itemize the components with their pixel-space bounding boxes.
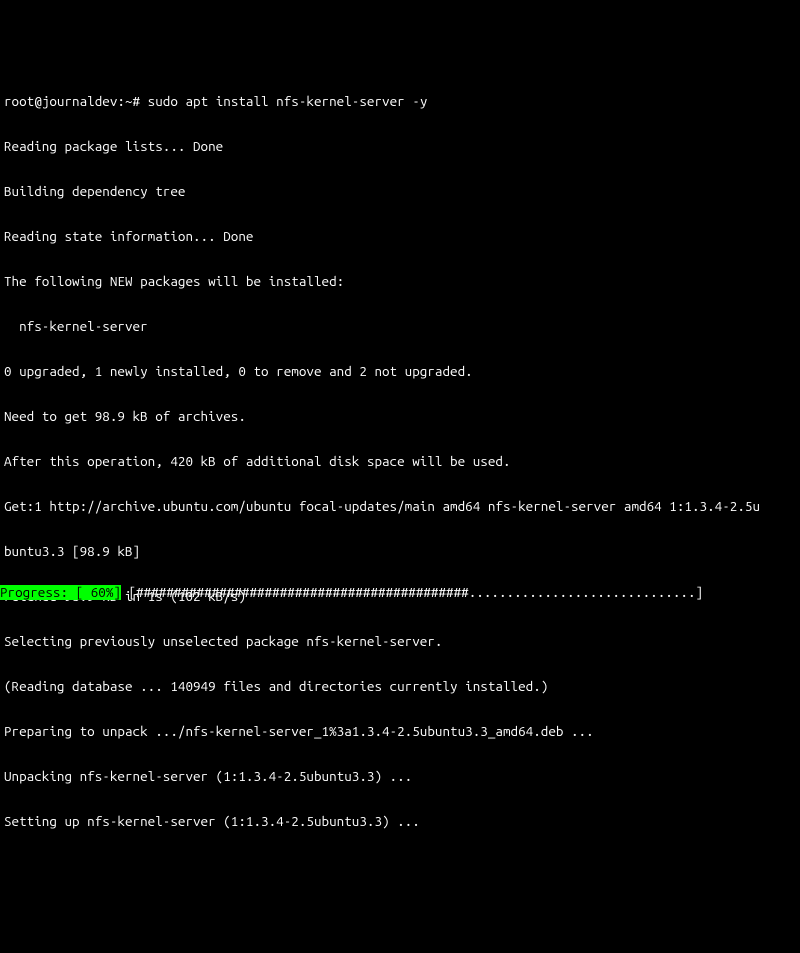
- output-line: Reading state information... Done: [4, 229, 796, 244]
- output-line: Reading package lists... Done: [4, 139, 796, 154]
- progress-percent: Progress: [ 60%]: [0, 585, 121, 600]
- prompt-space: [140, 93, 148, 109]
- output-line: Unpacking nfs-kernel-server (1:1.3.4-2.5…: [4, 769, 796, 784]
- output-line: Selecting previously unselected package …: [4, 634, 796, 649]
- prompt-path: ~: [125, 93, 133, 109]
- output-line: 0 upgraded, 1 newly installed, 0 to remo…: [4, 364, 796, 379]
- output-line: The following NEW packages will be insta…: [4, 274, 796, 289]
- output-line: Get:1 http://archive.ubuntu.com/ubuntu f…: [4, 499, 796, 514]
- progress-remaining: ..............................]: [469, 585, 703, 600]
- prompt-user-host: root@journaldev: [4, 93, 117, 109]
- output-line: After this operation, 420 kB of addition…: [4, 454, 796, 469]
- output-line: Building dependency tree: [4, 184, 796, 199]
- output-line: (Reading database ... 140949 files and d…: [4, 679, 796, 694]
- terminal-output: root@journaldev:~# sudo apt install nfs-…: [0, 60, 800, 848]
- progress-fill: ########################################…: [136, 585, 469, 600]
- output-line: buntu3.3 [98.9 kB]: [4, 544, 796, 559]
- progress-bar: Progress: [ 60%] [######################…: [0, 584, 800, 600]
- command-text: sudo apt install nfs-kernel-server -y: [148, 93, 428, 109]
- prompt-symbol: #: [133, 93, 141, 109]
- progress-open: [: [121, 585, 136, 600]
- output-line: Preparing to unpack .../nfs-kernel-serve…: [4, 724, 796, 739]
- progress-close: [703, 585, 711, 600]
- output-line: Setting up nfs-kernel-server (1:1.3.4-2.…: [4, 814, 796, 829]
- output-line: nfs-kernel-server: [4, 319, 796, 334]
- output-line: Need to get 98.9 kB of archives.: [4, 409, 796, 424]
- prompt-sep: :: [117, 93, 125, 109]
- prompt-line: root@journaldev:~# sudo apt install nfs-…: [4, 94, 796, 109]
